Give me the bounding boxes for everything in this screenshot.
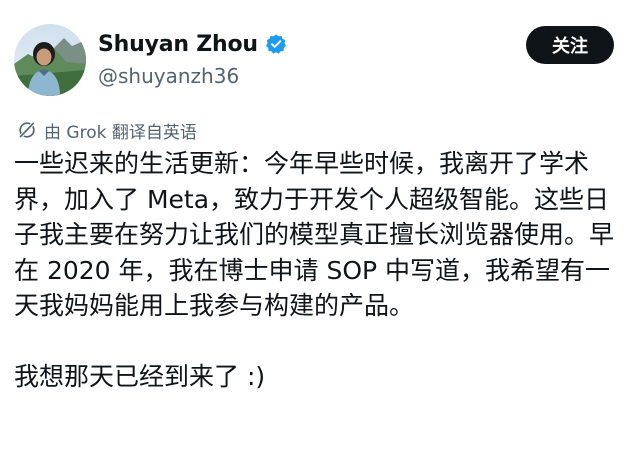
avatar-photo (14, 24, 86, 96)
name-row: Shuyan Zhou (98, 28, 287, 60)
translation-note[interactable]: 由 Grok 翻译自英语 (18, 117, 197, 143)
display-name[interactable]: Shuyan Zhou (98, 32, 258, 57)
handle[interactable]: @shuyanzh36 (98, 64, 287, 88)
post-card: Shuyan Zhou @shuyanzh36 关注 由 Grok 翻译自英语 … (0, 0, 638, 464)
translation-text: 由 Grok 翻译自英语 (44, 122, 197, 143)
post-text: 一些迟来的生活更新：今年早些时候，我离开了学术界，加入了 Meta，致力于开发个… (14, 149, 615, 391)
avatar[interactable] (14, 24, 86, 96)
grok-icon (18, 121, 36, 139)
verified-check-icon (265, 33, 287, 55)
follow-button[interactable]: 关注 (526, 26, 614, 64)
author-info: Shuyan Zhou @shuyanzh36 (98, 28, 287, 88)
post-header: Shuyan Zhou @shuyanzh36 关注 (14, 22, 624, 102)
